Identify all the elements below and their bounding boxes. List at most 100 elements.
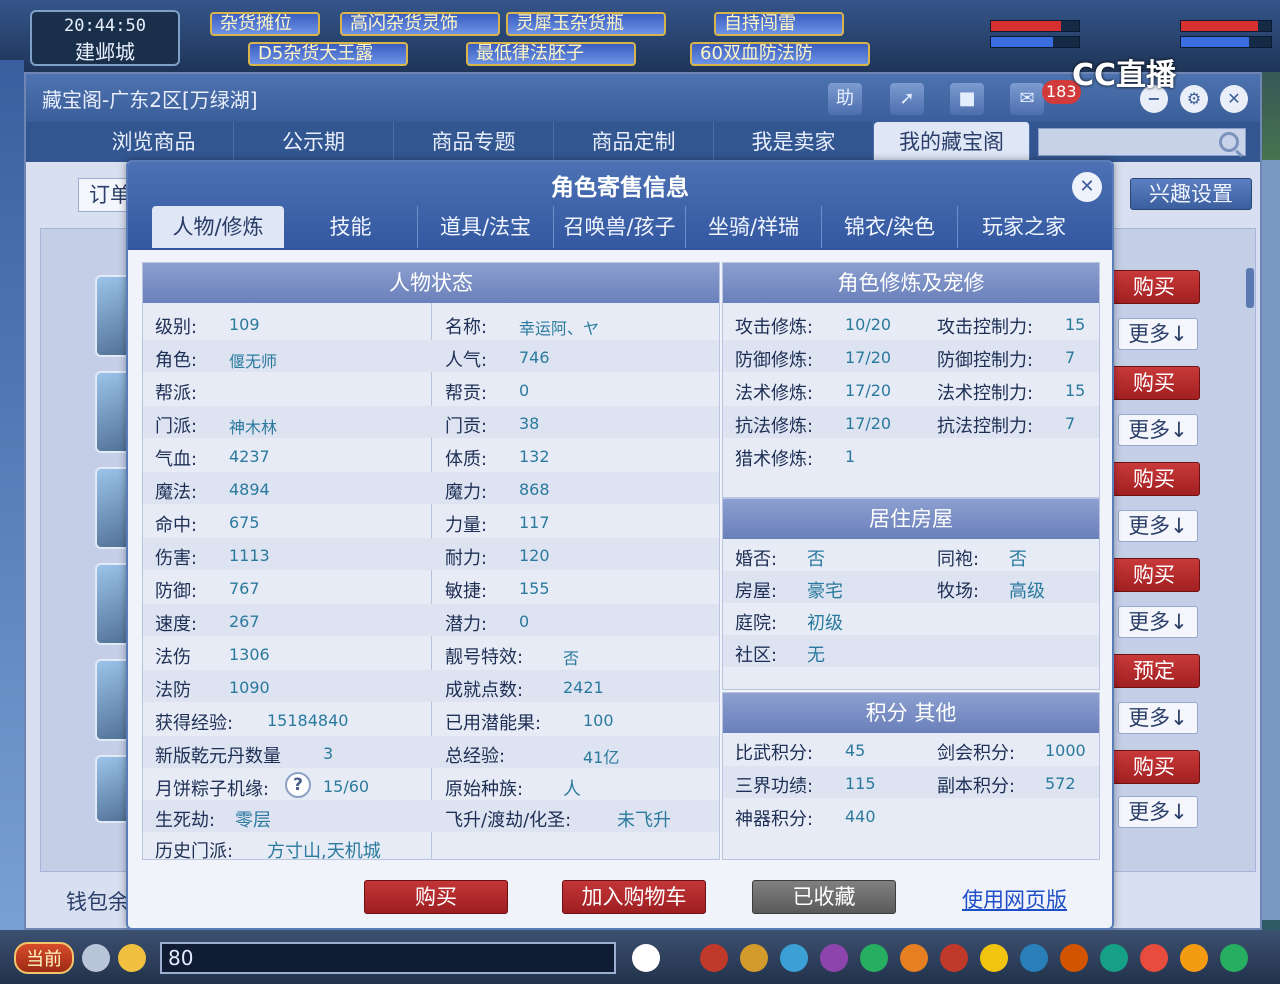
status-row: 气血: 4237 体质: 132 xyxy=(143,439,719,471)
item-icon[interactable] xyxy=(1220,944,1248,972)
list-more-button[interactable]: 更多↓ xyxy=(1118,702,1198,734)
points-value: 115 xyxy=(845,774,876,793)
chat-icon[interactable]: ✉ xyxy=(1010,83,1044,115)
list-more-button[interactable]: 更多↓ xyxy=(1118,318,1198,350)
cultivation-value: 7 xyxy=(1065,348,1076,367)
stat-label: 法伤 xyxy=(155,647,191,668)
points-value: 440 xyxy=(845,807,876,826)
tab-public[interactable]: 公示期 xyxy=(234,122,394,162)
list-more-button[interactable]: 更多↓ xyxy=(1118,606,1198,638)
stall-sign[interactable]: D5杂货大王露 xyxy=(248,42,408,66)
stat-label: 飞升/渡劫/化圣: xyxy=(445,810,572,831)
list-scrollbar[interactable] xyxy=(1246,268,1254,308)
use-web-version-link[interactable]: 使用网页版 xyxy=(962,884,1067,914)
item-icon[interactable] xyxy=(1140,944,1168,972)
item-icon[interactable] xyxy=(860,944,888,972)
stat-value: 否 xyxy=(563,649,580,668)
tab-skills[interactable]: 技能 xyxy=(284,206,418,248)
collected-button[interactable]: 已收藏 xyxy=(752,880,896,914)
dialog-header: 角色寄售信息 ✕ 人物/修炼 技能 道具/法宝 召唤兽/孩子 坐骑/祥瑞 锦衣/… xyxy=(128,162,1112,250)
stall-sign[interactable]: 灵犀玉杂货瓶 xyxy=(506,12,666,36)
tab-seller[interactable]: 我是卖家 xyxy=(714,122,874,162)
search-icon[interactable] xyxy=(1219,132,1239,152)
main-nav: 浏览商品 公示期 商品专题 商品定制 我是卖家 我的藏宝阁 xyxy=(26,122,1260,162)
cultivation-label: 法术修炼: xyxy=(735,383,814,404)
buy-button[interactable]: 购买 xyxy=(364,880,508,914)
cultivation-row: 攻击修炼: 10/20 攻击控制力: 15 xyxy=(723,307,1099,339)
list-reserve-button[interactable]: 预定 xyxy=(1108,654,1200,688)
status-row: 获得经验: 15184840 已用潜能果: 100 xyxy=(143,703,719,735)
list-more-button[interactable]: 更多↓ xyxy=(1118,510,1198,542)
list-buy-button[interactable]: 购买 xyxy=(1108,462,1200,496)
item-icon[interactable] xyxy=(820,944,848,972)
share-icon[interactable]: ➚ xyxy=(890,83,924,115)
stall-sign[interactable]: 杂货摊位 xyxy=(210,12,320,36)
stat-value: 746 xyxy=(519,348,550,367)
list-buy-button[interactable]: 购买 xyxy=(1108,270,1200,304)
stat-label: 魔力: xyxy=(445,482,488,503)
close-icon[interactable]: ✕ xyxy=(1220,85,1248,113)
item-icon[interactable] xyxy=(700,944,728,972)
status-row: 历史门派: 方寸山,天机城 xyxy=(143,831,719,863)
emoji-icon[interactable] xyxy=(118,944,146,972)
cultivation-row: 抗法修炼: 17/20 抗法控制力: 7 xyxy=(723,406,1099,438)
tab-items[interactable]: 道具/法宝 xyxy=(418,206,554,248)
dialog-close-icon[interactable]: ✕ xyxy=(1072,172,1102,202)
item-icon[interactable] xyxy=(1060,944,1088,972)
item-icon[interactable] xyxy=(740,944,768,972)
stall-sign[interactable]: 高闪杂货灵饰 xyxy=(340,12,500,36)
cultivation-label: 攻击控制力: xyxy=(937,317,1034,338)
list-buy-button[interactable]: 购买 xyxy=(1108,366,1200,400)
add-to-cart-button[interactable]: 加入购物车 xyxy=(562,880,706,914)
house-row: 社区: 无 xyxy=(723,635,1099,667)
chat-channel-button[interactable]: 当前 xyxy=(14,942,74,974)
cultivation-label: 法术控制力: xyxy=(937,383,1034,404)
voice-icon[interactable] xyxy=(82,944,110,972)
status-row: 伤害: 1113 耐力: 120 xyxy=(143,538,719,570)
stall-sign[interactable]: 60双血防法防 xyxy=(690,42,870,66)
stat-label: 级别: xyxy=(155,317,198,338)
interest-settings-button[interactable]: 兴趣设置 xyxy=(1130,178,1252,210)
house-row: 房屋: 豪宅 牧场: 高级 xyxy=(723,571,1099,603)
tab-custom[interactable]: 商品定制 xyxy=(554,122,714,162)
item-icon[interactable] xyxy=(1020,944,1048,972)
cultivation-label: 攻击修炼: xyxy=(735,317,814,338)
stat-value: 41亿 xyxy=(583,748,620,767)
list-more-button[interactable]: 更多↓ xyxy=(1118,796,1198,828)
item-icon[interactable] xyxy=(1100,944,1128,972)
stat-value: 120 xyxy=(519,546,550,565)
item-icon[interactable] xyxy=(940,944,968,972)
stat-label: 魔法: xyxy=(155,482,198,503)
item-icon[interactable] xyxy=(780,944,808,972)
search-input[interactable] xyxy=(1038,128,1246,156)
list-buy-button[interactable]: 购买 xyxy=(1108,750,1200,784)
stat-value: 15184840 xyxy=(267,711,349,730)
tab-topics[interactable]: 商品专题 xyxy=(394,122,554,162)
cultivation-label: 防御控制力: xyxy=(937,350,1034,371)
tab-player-home[interactable]: 玩家之家 xyxy=(958,206,1090,248)
tab-character[interactable]: 人物/修炼 xyxy=(152,206,284,248)
item-icon[interactable] xyxy=(1180,944,1208,972)
list-buy-button[interactable]: 购买 xyxy=(1108,558,1200,592)
chat-input[interactable]: 80 xyxy=(160,942,616,974)
settings-icon[interactable]: ⚙ xyxy=(1180,85,1208,113)
item-icon[interactable] xyxy=(900,944,928,972)
points-panel: 积分 其他 比武积分: 45 剑会积分: 1000 三界功绩: 115 副本积分… xyxy=(722,692,1100,860)
stall-sign[interactable]: 最低律法胚子 xyxy=(466,42,636,66)
help-button[interactable]: 助 xyxy=(828,83,862,115)
tab-my-pavilion[interactable]: 我的藏宝阁 xyxy=(874,122,1030,162)
tab-pets[interactable]: 召唤兽/孩子 xyxy=(554,206,686,248)
points-value: 1000 xyxy=(1045,741,1086,760)
pet-icon[interactable] xyxy=(632,944,660,972)
stall-sign[interactable]: 自持闯雷 xyxy=(714,12,844,36)
house-value: 无 xyxy=(807,645,825,666)
tab-outfits[interactable]: 锦衣/染色 xyxy=(822,206,958,248)
item-icon[interactable] xyxy=(980,944,1008,972)
tab-mounts[interactable]: 坐骑/祥瑞 xyxy=(686,206,822,248)
status-row: 帮派: 帮贡: 0 xyxy=(143,373,719,405)
cultivation-row: 猎术修炼: 1 xyxy=(723,439,1099,471)
help-icon[interactable]: ? xyxy=(285,772,311,798)
tab-browse[interactable]: 浏览商品 xyxy=(74,122,234,162)
stop-icon[interactable]: ■ xyxy=(950,83,984,115)
list-more-button[interactable]: 更多↓ xyxy=(1118,414,1198,446)
